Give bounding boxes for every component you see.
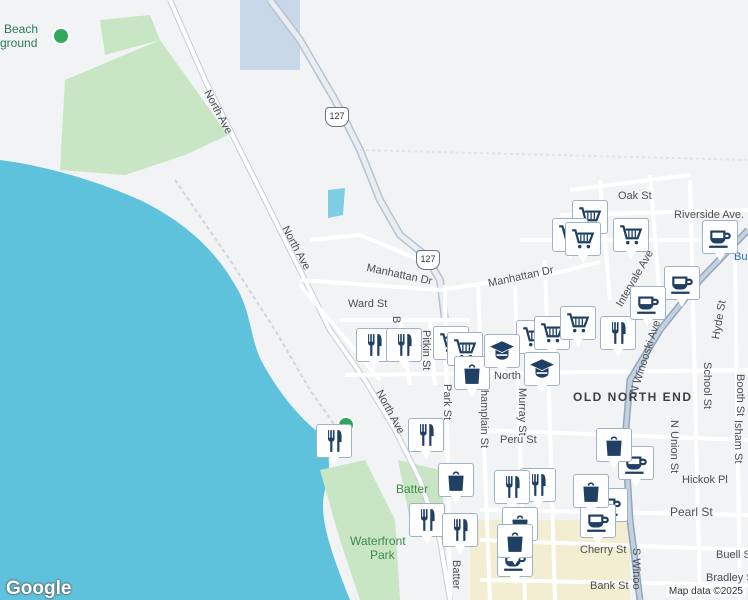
shopping-cart-icon — [570, 226, 596, 252]
shopping-cart-icon — [565, 310, 591, 336]
route-127-shield: 127 — [325, 107, 349, 127]
restaurant-marker-6[interactable] — [442, 513, 478, 557]
beach-label: Beach — [4, 22, 39, 36]
shop-marker-2[interactable] — [438, 463, 474, 507]
waterfront-park-label: Waterfront — [350, 534, 406, 548]
s-winooski-ave-label: S Winoo — [630, 548, 642, 590]
oak-st-label: Oak St — [618, 190, 652, 202]
grocery-marker-9[interactable] — [560, 306, 596, 350]
campground-icon[interactable] — [52, 27, 70, 45]
school-marker-1[interactable] — [484, 334, 520, 378]
peru-st-label: Peru St — [500, 434, 537, 446]
park-st-label: Park St — [441, 384, 453, 421]
map-attribution[interactable]: Map data ©2025 — [665, 586, 746, 597]
shopping-bag-icon — [578, 478, 604, 504]
restaurant-marker-3[interactable] — [408, 418, 444, 462]
restaurant-icon — [414, 507, 440, 533]
grocery-marker-2[interactable] — [613, 218, 649, 262]
hickok-pl-label: Hickok Pl — [682, 474, 728, 486]
n-union-st-label: N Union St — [668, 420, 680, 474]
grocery-marker-4[interactable] — [565, 222, 601, 266]
restaurant-marker-2[interactable] — [386, 328, 422, 372]
graduation-cap-icon — [529, 356, 555, 382]
shopping-cart-icon — [618, 222, 644, 248]
graduation-cap-icon — [489, 338, 515, 364]
route-127-shield: 127 — [416, 250, 440, 270]
restaurant-icon — [499, 474, 525, 500]
google-logo: Google — [6, 578, 72, 599]
campground-label: ground — [0, 36, 38, 50]
booth-st-label: Booth St — [734, 374, 746, 417]
coffee-cup-icon — [635, 290, 661, 316]
buell-st-label: Buell S — [716, 549, 748, 561]
shopping-bag-icon — [459, 360, 485, 386]
cafe-marker-2[interactable] — [664, 266, 700, 310]
coffee-cup-icon — [707, 224, 733, 250]
restaurant-icon — [321, 428, 347, 454]
battery-st-label: Batter — [450, 560, 462, 590]
isham-st-label: Isham St — [732, 420, 744, 464]
coffee-cup-icon — [669, 270, 695, 296]
shop-marker-6[interactable] — [573, 474, 609, 518]
restaurant-marker-5[interactable] — [409, 503, 445, 547]
shopping-bag-icon — [601, 432, 627, 458]
waterfront-park-label: Park — [370, 548, 395, 562]
bank-st-label: Bank St — [590, 580, 629, 592]
cafe-marker-1[interactable] — [702, 220, 738, 264]
shop-marker-3[interactable] — [596, 428, 632, 472]
restaurant-icon — [413, 422, 439, 448]
shop-marker-5[interactable] — [497, 524, 533, 568]
b-st-label: B — [390, 316, 402, 324]
battery-park-label: Batter — [396, 482, 429, 496]
shopping-bag-icon — [443, 467, 469, 493]
pearl-st-label: Pearl St — [670, 505, 713, 519]
school-st-label: School St — [701, 362, 713, 410]
cafe-marker-3[interactable] — [630, 286, 666, 330]
school-marker-2[interactable] — [524, 352, 560, 396]
restaurant-icon — [391, 332, 417, 358]
ward-st-label: Ward St — [348, 298, 388, 310]
restaurant-icon — [605, 320, 631, 346]
bradley-st-label: Bradley S — [706, 572, 748, 584]
restaurant-icon — [361, 332, 387, 358]
restaurant-marker-4[interactable] — [316, 424, 352, 468]
shopping-bag-icon — [502, 528, 528, 554]
restaurant-icon — [447, 517, 473, 543]
